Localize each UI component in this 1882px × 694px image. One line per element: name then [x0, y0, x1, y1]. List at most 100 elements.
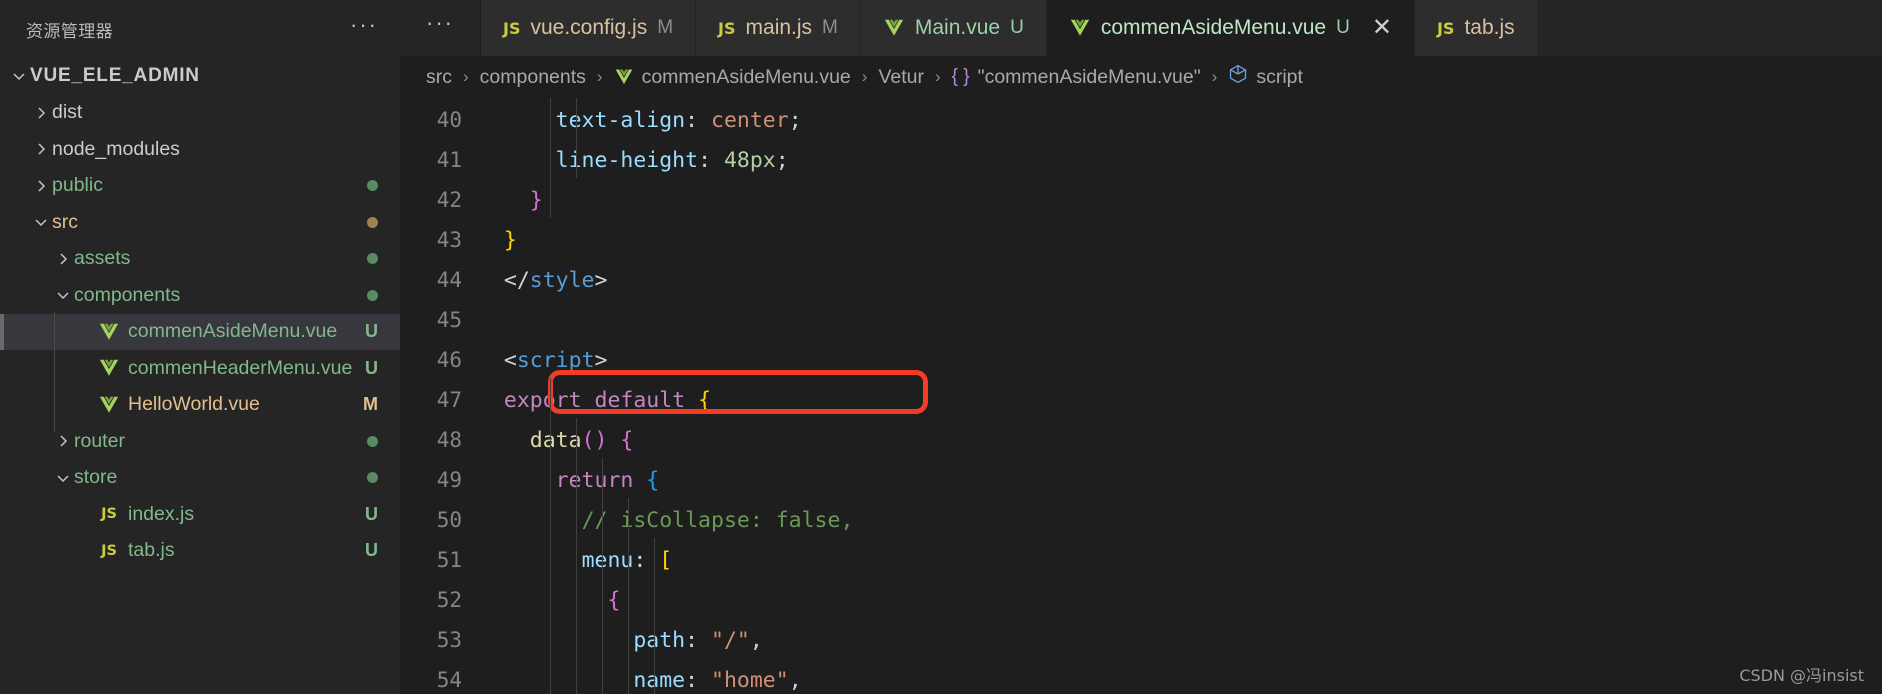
chevron-right-icon	[52, 251, 74, 267]
breadcrumb-item-script[interactable]: script	[1228, 64, 1303, 90]
ellipsis-icon[interactable]: ···	[350, 14, 378, 38]
vue-file-icon	[96, 357, 122, 379]
code-indent-guide	[628, 498, 629, 694]
line-content: }	[503, 227, 517, 253]
tree-item-commenheadermenu-vue[interactable]: commenHeaderMenu.vue U	[0, 350, 400, 387]
code-line-42: 42 }	[400, 180, 1882, 220]
tree-item-components[interactable]: components	[0, 277, 400, 314]
breadcrumb-label: "commenAsideMenu.vue"	[977, 65, 1201, 88]
line-number: 41	[436, 148, 462, 172]
vue-icon	[1069, 17, 1091, 39]
tab-commenasidemenu-vue[interactable]: commenAsideMenu.vue U ✕	[1046, 0, 1415, 56]
js-icon: JS	[502, 18, 521, 38]
tab-vue-config-js[interactable]: JS vue.config.js M	[480, 0, 697, 56]
code-line-45: 45	[400, 300, 1882, 340]
tab-overflow-button[interactable]: ···	[400, 0, 481, 56]
code-line-51: 51 menu: [	[400, 540, 1882, 580]
code-line-40: 40 text-align: center;	[400, 100, 1882, 140]
tree-root-vue-ele-admin[interactable]: VUE_ELE_ADMIN	[0, 58, 400, 95]
tab-tab-js[interactable]: JS tab.js	[1414, 0, 1538, 56]
explorer-header: 资源管理器 ···	[0, 0, 400, 58]
tree-item-router[interactable]: router	[0, 423, 400, 460]
git-status-badge: U	[365, 357, 378, 378]
tree-item-label: index.js	[128, 502, 195, 525]
vue-icon	[883, 17, 905, 39]
chevron-right-icon	[30, 178, 52, 194]
line-content: </style>	[503, 267, 608, 293]
editor-group: ··· JS vue.config.js M JS main.js M Main.vue Uc…	[400, 0, 1882, 694]
line-content: data() {	[529, 427, 634, 453]
explorer-title: 资源管理器	[26, 21, 113, 42]
git-status-badge: M	[363, 394, 378, 415]
chevron-right-icon: ›	[463, 67, 469, 86]
line-number: 46	[436, 348, 462, 372]
line-number: 42	[436, 188, 462, 212]
tree-item-label: commenAsideMenu.vue	[128, 320, 338, 343]
tab-label: commenAsideMenu.vue	[1100, 16, 1327, 39]
tree-item-label: store	[74, 466, 118, 489]
tab-main-vue[interactable]: Main.vue U	[860, 0, 1047, 56]
line-number: 52	[436, 588, 462, 612]
breadcrumb-item-vetur[interactable]: Vetur	[878, 66, 924, 89]
tree-item-index-js[interactable]: JS index.js U	[0, 496, 400, 533]
tab-git-badge: U	[1010, 17, 1024, 38]
chevron-right-icon: ›	[1211, 67, 1218, 86]
code-line-41: 41 line-height: 48px;	[400, 140, 1882, 180]
line-number: 54	[436, 668, 462, 692]
line-number: 43	[436, 228, 462, 252]
tree-item-tab-js[interactable]: JS tab.js U	[0, 533, 400, 570]
cube-icon	[1228, 64, 1248, 90]
vscode-window: 资源管理器 ··· VUE_ELE_ADMIN dist node_modules…	[0, 0, 1882, 694]
tree-item-label: public	[52, 174, 103, 197]
breadcrumb-label: script	[1256, 65, 1303, 88]
vue-file-icon	[96, 394, 122, 416]
code-indent-guide	[576, 98, 577, 178]
tree-item-assets[interactable]: assets	[0, 241, 400, 278]
tree-item-label: HelloWorld.vue	[128, 393, 260, 416]
tree-item-node-modules[interactable]: node_modules	[0, 131, 400, 168]
tree-item-src[interactable]: src	[0, 204, 400, 241]
chevron-down-icon	[52, 287, 74, 303]
chevron-down-icon	[52, 470, 74, 486]
line-number: 53	[436, 628, 462, 652]
line-content: }	[529, 187, 543, 213]
tree-item-helloworld-vue[interactable]: HelloWorld.vue M	[0, 387, 400, 424]
tab-git-badge: M	[822, 17, 838, 38]
tab-main-js[interactable]: JS main.js M	[696, 0, 861, 56]
line-number: 50	[436, 508, 462, 532]
folder-status-dot	[367, 180, 378, 192]
close-icon[interactable]: ✕	[1372, 16, 1392, 40]
chevron-right-icon	[30, 141, 52, 157]
code-line-50: 50 // isCollapse: false,	[400, 500, 1882, 540]
folder-status-dot	[367, 435, 378, 447]
code-editor[interactable]: 40 text-align: center; 41 line-height: 48…	[400, 98, 1882, 694]
ellipsis-icon[interactable]: ···	[426, 12, 454, 38]
code-line-44: 44 </style>	[400, 260, 1882, 300]
tree-item-label: dist	[52, 101, 83, 124]
folder-status-dot	[367, 216, 378, 228]
code-line-54: 54 name: "home",	[400, 660, 1882, 694]
breadcrumb-item--commenasidemenu-vue-[interactable]: { } "commenAsideMenu.vue"	[952, 66, 1201, 89]
line-number: 45	[436, 308, 462, 332]
tree-item-label: assets	[74, 247, 131, 270]
tree-item-store[interactable]: store	[0, 460, 400, 497]
line-content: text-align: center;	[555, 107, 802, 133]
line-content: line-height: 48px;	[555, 147, 789, 173]
js-icon: JS	[1436, 18, 1455, 38]
tree-item-public[interactable]: public	[0, 168, 400, 205]
vue-icon	[614, 67, 634, 87]
breadcrumb-item-src[interactable]: src	[426, 66, 452, 89]
breadcrumb-item-commenasidemenu-vue[interactable]: commenAsideMenu.vue	[614, 66, 851, 89]
tree-item-dist[interactable]: dist	[0, 95, 400, 132]
tree-item-commenasidemenu-vue[interactable]: commenAsideMenu.vue U	[0, 313, 400, 350]
js-file-icon: JS	[101, 506, 117, 523]
chevron-right-icon: ›	[934, 67, 941, 86]
vue-file-icon	[96, 321, 122, 343]
line-number: 51	[436, 548, 462, 572]
line-content: export default {	[503, 387, 712, 413]
tree-item-label: tab.js	[128, 539, 175, 562]
breadcrumb-item-components[interactable]: components	[480, 66, 586, 89]
git-status-badge: U	[365, 321, 378, 342]
tree-root-label: VUE_ELE_ADMIN	[30, 65, 200, 87]
tab-label: tab.js	[1464, 16, 1515, 39]
